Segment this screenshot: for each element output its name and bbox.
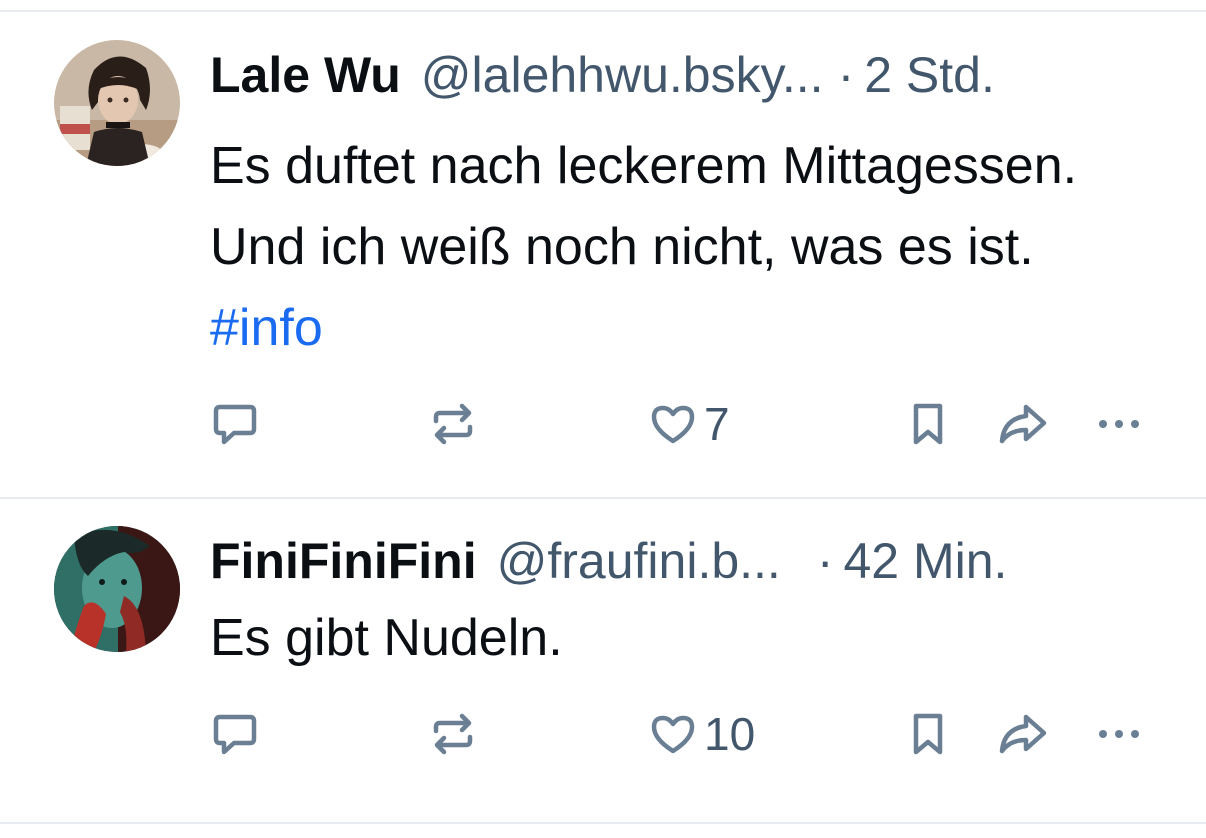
post-text: Es gibt Nudeln. <box>210 598 1140 679</box>
speech-bubble-icon <box>213 404 257 445</box>
ellipsis-icon <box>1099 420 1139 428</box>
repost-button[interactable] <box>428 394 478 454</box>
repost-arrows-icon <box>433 403 473 445</box>
post-header: FiniFiniFini @fraufini.b... · 42 Min. <box>210 526 1160 596</box>
author-handle[interactable]: @fraufini.b... <box>497 526 781 596</box>
author-display-name[interactable]: FiniFiniFini <box>210 526 477 596</box>
like-count: 7 <box>704 398 730 450</box>
bottom-divider <box>0 822 1206 824</box>
post-card[interactable]: Lale Wu @lalehhwu.bsky... · 2 Std. Es du… <box>0 12 1206 498</box>
heart-icon <box>651 715 695 754</box>
like-button[interactable]: 10 <box>648 704 755 764</box>
more-options-button[interactable] <box>1094 704 1144 764</box>
bookmark-icon <box>913 713 943 755</box>
post-timestamp[interactable]: 2 Std. <box>864 40 995 110</box>
post-card[interactable]: FiniFiniFini @fraufini.b... · 42 Min. Es… <box>0 498 1206 828</box>
post-actions: 10 <box>0 704 1206 764</box>
separator-dot: · <box>816 533 834 589</box>
share-button[interactable] <box>996 394 1050 454</box>
share-arrow-icon <box>999 714 1047 754</box>
post-header: Lale Wu @lalehhwu.bsky... · 2 Std. <box>210 40 1160 110</box>
author-display-name[interactable]: Lale Wu <box>210 40 401 110</box>
avatar[interactable] <box>54 526 180 652</box>
post-timestamp[interactable]: 42 Min. <box>843 526 1007 596</box>
separator-dot: · <box>837 47 855 103</box>
speech-bubble-icon <box>213 714 257 755</box>
ellipsis-icon <box>1099 730 1139 738</box>
bookmark-button[interactable] <box>906 704 950 764</box>
avatar[interactable] <box>54 40 180 166</box>
repost-arrows-icon <box>433 713 473 755</box>
heart-icon <box>651 405 695 444</box>
bookmark-icon <box>913 403 943 445</box>
share-arrow-icon <box>999 404 1047 444</box>
reply-button[interactable] <box>210 704 260 764</box>
hashtag-link[interactable]: #info <box>210 299 323 357</box>
reply-button[interactable] <box>210 394 260 454</box>
bookmark-button[interactable] <box>906 394 950 454</box>
post-text: Es duftet nach leckerem Mittagessen. Und… <box>210 126 1140 369</box>
like-count: 10 <box>704 708 756 760</box>
post-text-content: Es duftet nach leckerem Mittagessen. Und… <box>210 137 1078 276</box>
more-options-button[interactable] <box>1094 394 1144 454</box>
share-button[interactable] <box>996 704 1050 764</box>
post-actions: 7 <box>0 394 1206 454</box>
post-text-content: Es gibt Nudeln. <box>210 609 563 667</box>
author-handle[interactable]: @lalehhwu.bsky... <box>421 40 824 110</box>
like-button[interactable]: 7 <box>648 394 730 454</box>
repost-button[interactable] <box>428 704 478 764</box>
